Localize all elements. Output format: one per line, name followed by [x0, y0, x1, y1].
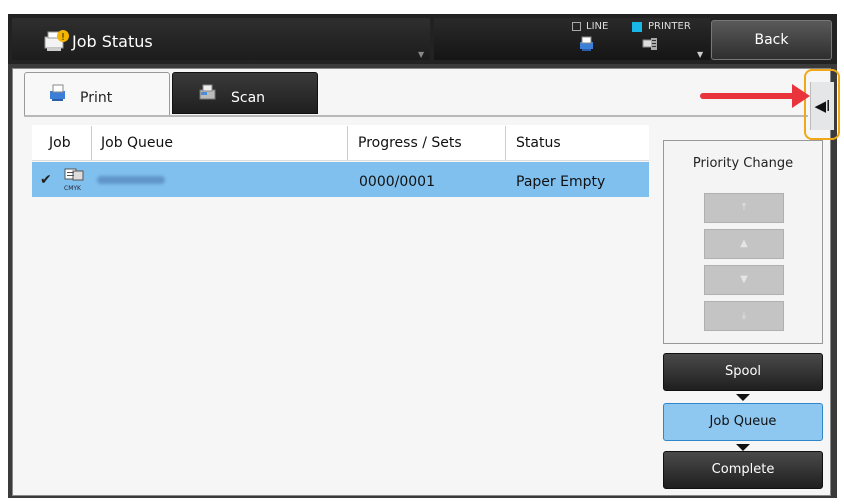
column-progress-sets: Progress / Sets: [358, 135, 462, 151]
move-down-button[interactable]: ▼: [704, 265, 784, 295]
color-mode-label: CMYK: [64, 185, 81, 192]
back-button[interactable]: Back: [711, 20, 832, 60]
print-tab-icon: [50, 84, 65, 101]
column-job: Job: [49, 135, 71, 151]
column-divider: [505, 126, 506, 160]
priority-change-label: Priority Change: [692, 156, 794, 171]
printer-mode-label: PRINTER: [648, 21, 691, 32]
annotation-arrow-head: [792, 84, 810, 108]
job-name-redacted: [97, 176, 165, 184]
job-status: Paper Empty: [516, 174, 606, 190]
flow-arrow-icon: [736, 444, 750, 451]
spool-button[interactable]: Spool: [663, 353, 823, 391]
printer-mode-indicator[interactable]: [632, 22, 642, 32]
line-printer-icon: [580, 36, 593, 51]
move-to-top-button[interactable]: ⤒: [704, 193, 784, 223]
column-divider: [347, 126, 348, 160]
column-job-queue: Job Queue: [101, 135, 174, 151]
printer-queue-icon: [642, 38, 657, 50]
dropdown-arrow-icon: ▼: [418, 50, 425, 59]
move-to-bottom-button[interactable]: ⤓: [704, 301, 784, 331]
tab-scan-label: Scan: [231, 90, 266, 106]
tab-divider: [24, 115, 808, 117]
column-divider: [91, 126, 92, 160]
svg-text:!: !: [61, 32, 65, 43]
column-status: Status: [516, 135, 561, 151]
line-mode-label: LINE: [586, 21, 609, 32]
tab-print-label: Print: [80, 90, 113, 106]
job-progress: 0000/0001: [359, 174, 435, 190]
job-status-icon: !: [44, 30, 69, 51]
scan-tab-icon: [199, 84, 216, 100]
annotation-arrow: [700, 93, 798, 99]
mode-dropdown-arrow-icon: ▼: [697, 50, 704, 59]
line-mode-checkbox[interactable]: [572, 22, 581, 31]
move-up-button[interactable]: ▲: [704, 229, 784, 259]
flow-arrow-icon: [736, 394, 750, 401]
selected-check-icon: ✔: [40, 172, 52, 188]
complete-button[interactable]: Complete: [663, 451, 823, 489]
page-title: Job Status: [72, 32, 153, 51]
job-queue-button[interactable]: Job Queue: [663, 403, 823, 441]
